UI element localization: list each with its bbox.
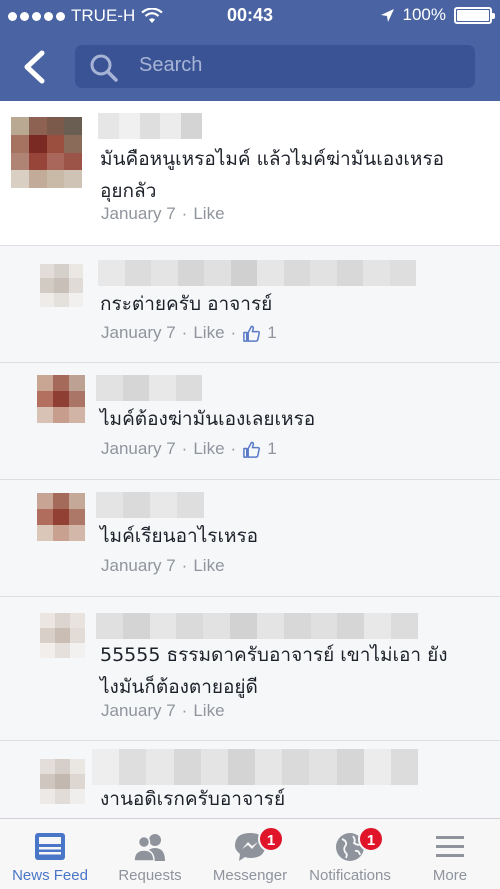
comment-date[interactable]: January 7	[101, 204, 176, 224]
meta-separator: ·	[181, 556, 188, 575]
tab-messenger[interactable]: 1 Messenger	[200, 819, 300, 889]
avatar[interactable]	[40, 264, 83, 307]
like-count[interactable]: 1	[267, 323, 276, 343]
avatar[interactable]	[40, 613, 85, 658]
like-thumb-icon[interactable]	[242, 440, 261, 459]
search-field[interactable]: Search	[75, 45, 475, 88]
meta-separator: ·	[230, 323, 237, 342]
comment-text: 55555 ธรรมดาครับอาจารย์ เขาไม่เอา ยัง ไง…	[100, 644, 448, 698]
comment-text: ไมค์เรียนอาไรเหรอ	[100, 525, 259, 547]
like-link[interactable]: Like	[193, 556, 224, 576]
tab-label: Messenger	[212, 867, 288, 884]
author-name[interactable]	[98, 260, 416, 286]
comment-meta: January 7 · Like	[101, 556, 225, 576]
reply-item: ไมค์ต้องฆ่ามันเองเลยเหรอ January 7 · Lik…	[0, 362, 500, 479]
author-name[interactable]	[98, 113, 202, 139]
hamburger-icon	[436, 836, 464, 857]
tab-more[interactable]: More	[400, 819, 500, 889]
status-bar: TRUE-H 00:43 100%	[0, 0, 500, 32]
comment-text: กระต่ายครับ อาจารย์	[100, 293, 273, 315]
author-name[interactable]	[96, 613, 418, 639]
comment-text: มันคือหนูเหรอไมค์ แล้วไมค์ฆ่ามันเองเหรอ …	[100, 148, 445, 202]
tab-label: Notifications	[309, 867, 391, 884]
tab-label: Requests	[118, 867, 182, 884]
comment-meta: January 7 · Like · 1	[101, 323, 277, 343]
comment-text: งานอดิเรกครับอาจารย์	[100, 788, 286, 810]
comment-item: มันคือหนูเหรอไมค์ แล้วไมค์ฆ่ามันเองเหรอ …	[0, 101, 500, 245]
tab-label: More	[432, 867, 468, 884]
comment-text: ไมค์ต้องฆ่ามันเองเลยเหรอ	[100, 408, 316, 430]
meta-separator: ·	[181, 323, 188, 342]
reply-item: 55555 ธรรมดาครับอาจารย์ เขาไม่เอา ยัง ไง…	[0, 596, 500, 740]
meta-separator: ·	[181, 701, 188, 720]
back-chevron-icon[interactable]	[18, 48, 52, 86]
battery-percent: 100%	[402, 5, 446, 24]
tab-requests[interactable]: Requests	[100, 819, 200, 889]
messenger-badge: 1	[258, 826, 284, 852]
like-link[interactable]: Like	[193, 701, 224, 721]
author-name[interactable]	[96, 492, 204, 518]
author-name[interactable]	[96, 375, 202, 401]
avatar[interactable]	[40, 759, 85, 804]
search-icon	[90, 54, 118, 82]
tab-bar: News Feed Requests 1 Messenger 1 Notific…	[0, 818, 500, 889]
like-thumb-icon[interactable]	[242, 324, 261, 343]
notifications-badge: 1	[358, 826, 384, 852]
avatar[interactable]	[37, 493, 85, 541]
avatar[interactable]	[11, 117, 82, 188]
reply-item: ไมค์เรียนอาไรเหรอ January 7 · Like	[0, 479, 500, 596]
status-right: 100%	[380, 5, 495, 25]
comment-date[interactable]: January 7	[101, 323, 176, 343]
like-link[interactable]: Like	[193, 323, 224, 343]
comment-meta: January 7 · Like · 1	[101, 439, 277, 459]
author-name[interactable]	[92, 749, 419, 785]
comment-meta: January 7 · Like	[101, 701, 225, 721]
avatar[interactable]	[37, 375, 85, 423]
news-feed-icon	[35, 833, 65, 860]
like-link[interactable]: Like	[193, 204, 224, 224]
like-count[interactable]: 1	[267, 439, 276, 459]
meta-separator: ·	[181, 204, 188, 223]
battery-icon	[454, 6, 495, 24]
comment-date[interactable]: January 7	[101, 439, 176, 459]
comment-date[interactable]: January 7	[101, 701, 176, 721]
top-bar: TRUE-H 00:43 100% Search	[0, 0, 500, 101]
comments-list[interactable]: มันคือหนูเหรอไมค์ แล้วไมค์ฆ่ามันเองเหรอ …	[0, 101, 500, 818]
friend-requests-icon	[133, 834, 165, 862]
comment-date[interactable]: January 7	[101, 556, 176, 576]
like-link[interactable]: Like	[193, 439, 224, 459]
location-arrow-icon	[380, 8, 394, 22]
meta-separator: ·	[181, 439, 188, 458]
tab-label: News Feed	[12, 867, 88, 884]
search-placeholder: Search	[139, 54, 203, 76]
meta-separator: ·	[230, 439, 237, 458]
reply-item: งานอดิเรกครับอาจารย์	[0, 740, 500, 818]
comment-meta: January 7 · Like	[101, 204, 225, 224]
tab-news-feed[interactable]: News Feed	[0, 819, 100, 889]
tab-notifications[interactable]: 1 Notifications	[300, 819, 400, 889]
reply-item: กระต่ายครับ อาจารย์ January 7 · Like · 1	[0, 245, 500, 362]
